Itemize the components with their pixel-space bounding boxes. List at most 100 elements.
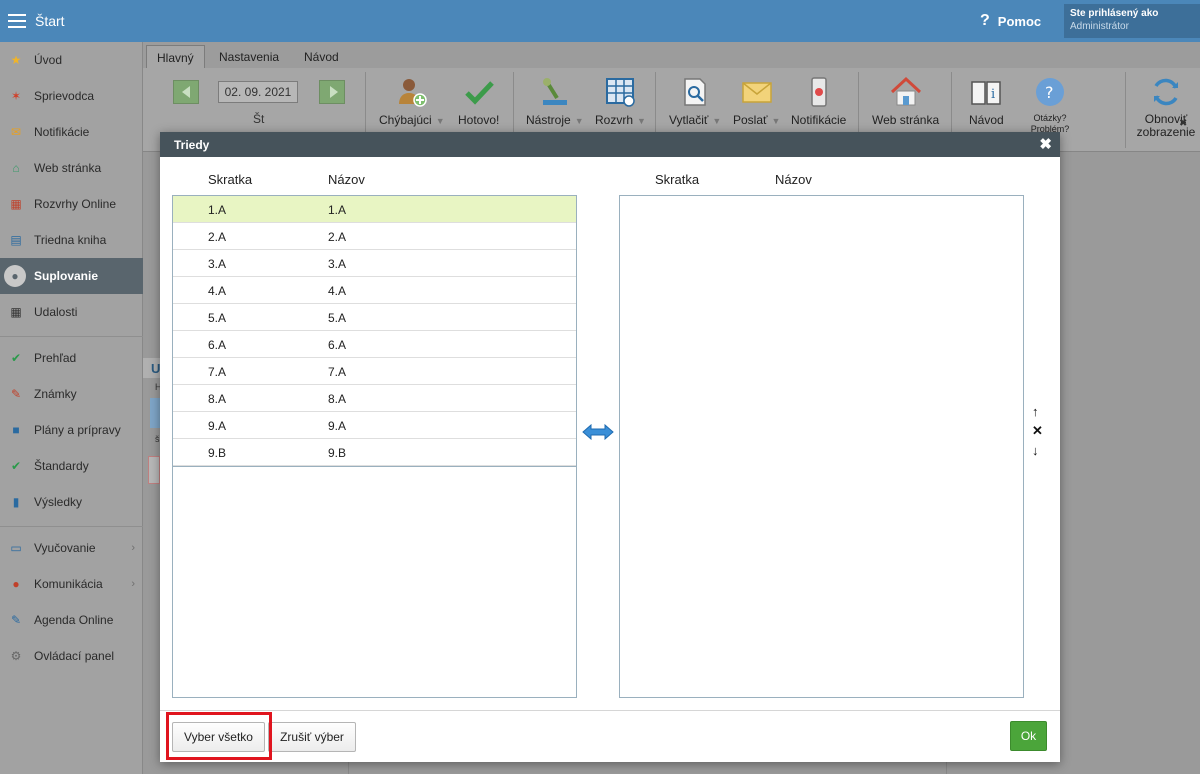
available-classes-list[interactable]: 1.A 1.A 2.A 2.A 3.A 3.A 4.A 4.A 5.A 5.A 6.A 6.A 7.A 7… [172,195,577,698]
sidebar-item-výsledky[interactable]: ▮ Výsledky [0,484,143,520]
class-abbr: 4.A [208,284,227,298]
left-column-header-name[interactable]: Názov [328,172,365,187]
sidebar-item-web-stránka[interactable]: ⌂ Web stránka [0,150,143,186]
ok-button[interactable]: Ok [1010,721,1047,751]
briefcase-icon: ■ [12,423,20,437]
sidebar-item-prehľad[interactable]: ✔ Prehľad [0,340,143,376]
sidebar-item-label: Agenda Online [34,613,114,627]
schedule-button[interactable]: Rozvrh ▼ [595,76,646,127]
user-menu[interactable]: Ste prihlásený ako Administrátor [1064,4,1200,38]
svg-text:?: ? [1045,83,1054,102]
refresh-button[interactable]: Obnoviť zobrazenie [1131,76,1200,139]
tools-button[interactable]: Nástroje ▼ [526,76,584,127]
move-down-icon[interactable]: ↓ [1032,443,1039,458]
class-abbr: 1.A [208,203,227,217]
previous-day-button[interactable] [173,80,199,104]
close-icon[interactable]: ✖ [1039,135,1052,153]
bg-icon-fragment [148,456,160,484]
dropdown-arrow-icon: ▼ [574,116,584,126]
dialog-footer: Vyber všetko Zrušiť výber Ok [160,710,1060,762]
tab-navod[interactable]: Návod [294,45,349,68]
sidebar-item-vyučovanie[interactable]: ▭ Vyučovanie › [0,530,143,566]
tab-nastavenia[interactable]: Nastavenia [209,45,289,68]
sidebar: ★ Úvod ✶ Sprievodca ✉ Notifikácie ⌂ Web stránka… [0,42,143,774]
star-icon: ★ [10,53,22,67]
bg-fragment-u: U [143,358,160,378]
sidebar-item-triedna-kniha[interactable]: ▤ Triedna kniha [0,222,143,258]
transfer-arrows-icon[interactable] [582,423,614,441]
sidebar-item-plány-a-prípravy[interactable]: ■ Plány a prípravy [0,412,143,448]
help-link[interactable]: ? Pomoc [980,12,1041,30]
schedule-grid-icon [604,76,636,108]
sidebar-item-agenda-online[interactable]: ✎ Agenda Online [0,602,143,638]
book-icon: ▤ [10,233,22,247]
notifications-button[interactable]: Notifikácie [791,76,846,127]
clear-selection-button[interactable]: Zrušiť výber [268,722,356,752]
select-all-highlight [166,712,272,760]
class-abbr: 8.A [208,392,227,406]
remove-icon[interactable]: ✕ [1032,423,1043,439]
left-column-header-abbr[interactable]: Skratka [208,172,252,187]
tools-icon [539,76,571,108]
right-column-header-abbr[interactable]: Skratka [655,172,699,187]
move-up-icon[interactable]: ↑ [1032,404,1039,419]
bar-chart-icon: ▮ [12,495,20,509]
tools-label: Nástroje [526,113,571,127]
menu-icon[interactable] [8,14,26,28]
bg-fragment-s: š [155,434,160,444]
guide-button[interactable]: i Návod [969,76,1004,127]
date-field[interactable]: 02. 09. 2021 [218,81,298,103]
sidebar-item-label: Komunikácia [34,577,103,591]
bg-icon-fragment [150,398,160,428]
done-button[interactable]: Hotovo! [458,76,499,127]
sidebar-item-štandardy[interactable]: ✔ Štandardy [0,448,143,484]
missing-teacher-button[interactable]: Chýbajúci ▼ [379,76,445,127]
right-column-header-name[interactable]: Názov [775,172,812,187]
faq-button[interactable]: ? Otázky? Problém? [1030,76,1070,135]
class-row[interactable]: 8.A 8.A [173,385,576,412]
tab-hlavny[interactable]: Hlavný [146,45,205,68]
class-row[interactable]: 2.A 2.A [173,223,576,250]
sidebar-item-label: Vyučovanie [34,541,96,555]
web-page-button[interactable]: Web stránka [872,76,939,127]
notifications-label: Notifikácie [791,113,847,127]
class-abbr: 7.A [208,365,227,379]
phone-icon [803,76,835,108]
class-row[interactable]: 4.A 4.A [173,277,576,304]
class-row[interactable]: 6.A 6.A [173,331,576,358]
user-role: Administrátor [1070,21,1129,32]
ribbon-close-icon[interactable]: ✖ [1179,118,1187,129]
sidebar-item-label: Notifikácie [34,125,90,139]
next-day-button[interactable] [319,80,345,104]
chat-icon: ● [12,577,20,591]
class-abbr: 5.A [208,311,227,325]
class-name: 8.A [328,392,347,406]
sidebar-item-suplovanie[interactable]: ● Suplovanie [0,258,143,294]
sidebar-item-úvod[interactable]: ★ Úvod [0,42,143,78]
send-button[interactable]: Poslať ▼ [733,76,780,127]
sidebar-item-notifikácie[interactable]: ✉ Notifikácie [0,114,143,150]
sidebar-item-udalosti[interactable]: ▦ Udalosti [0,294,143,330]
class-row[interactable]: 5.A 5.A [173,304,576,331]
class-row[interactable]: 1.A 1.A [173,196,576,223]
class-row[interactable]: 7.A 7.A [173,358,576,385]
class-name: 5.A [328,311,347,325]
class-name: 2.A [328,230,347,244]
dialog-title: Triedy [174,138,210,152]
print-button[interactable]: Vytlačiť ▼ [669,76,721,127]
class-row[interactable]: 3.A 3.A [173,250,576,277]
house-icon [890,76,922,108]
sidebar-item-rozvrhy-online[interactable]: ▦ Rozvrhy Online [0,186,143,222]
manual-book-icon: i [970,76,1002,108]
selected-classes-list[interactable] [619,195,1024,698]
ribbon-tabs: Hlavný Nastavenia Návod [143,42,1200,68]
class-row[interactable]: 9.A 9.A [173,412,576,439]
sidebar-item-sprievodca[interactable]: ✶ Sprievodca [0,78,143,114]
open-book-icon: ▭ [10,541,22,555]
sidebar-item-komunikácia[interactable]: ● Komunikácia › [0,566,143,602]
sidebar-item-ovládací-panel[interactable]: ⚙ Ovládací panel [0,638,143,674]
sidebar-item-label: Prehľad [34,351,77,365]
class-row[interactable]: 9.B 9.B [173,439,576,466]
send-label: Poslať [733,113,768,127]
sidebar-item-známky[interactable]: ✎ Známky [0,376,143,412]
